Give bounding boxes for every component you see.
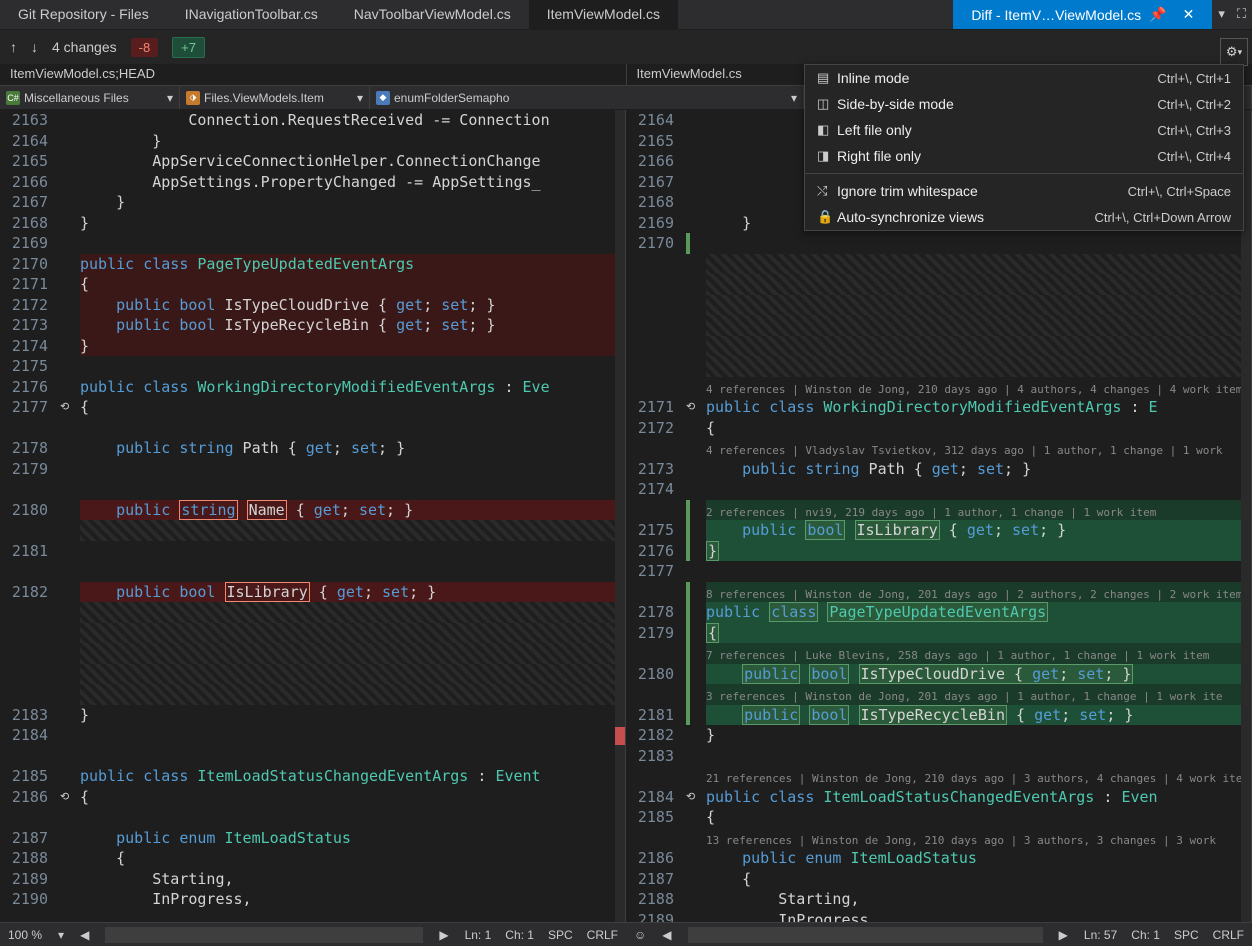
- scroll-right-icon[interactable]: ▶: [439, 928, 448, 942]
- tab-navtoolbar[interactable]: NavToolbarViewModel.cs: [336, 0, 529, 29]
- minimap-left[interactable]: [615, 110, 625, 922]
- next-change-button[interactable]: ↓: [31, 39, 38, 55]
- rightonly-icon: ◨: [817, 148, 837, 164]
- tab-bar: Git Repository - Files INavigationToolba…: [0, 0, 1252, 30]
- csharp-icon: C#: [6, 91, 20, 105]
- scroll-left-icon[interactable]: ◀: [662, 928, 671, 942]
- minimap-right[interactable]: [1241, 110, 1251, 922]
- diff-view: 2163216421652166216721682169217021712172…: [0, 110, 1252, 922]
- h-scrollbar[interactable]: [688, 927, 1043, 943]
- expand-icon[interactable]: ⛶: [1231, 0, 1252, 29]
- member-icon: ◆: [376, 91, 390, 105]
- inline-icon: ▤: [817, 70, 837, 86]
- view-mode-menu: ▤ Inline mode Ctrl+\, Ctrl+1 ◫ Side-by-s…: [804, 64, 1244, 231]
- char-number-right: Ch: 1: [1131, 928, 1160, 942]
- diff-toolbar: ↑ ↓ 4 changes -8 +7: [0, 30, 1252, 64]
- tab-inav[interactable]: INavigationToolbar.cs: [167, 0, 336, 29]
- sidebyside-icon: ◫: [817, 96, 837, 112]
- menu-side-by-side[interactable]: ◫ Side-by-side mode Ctrl+\, Ctrl+2: [805, 91, 1243, 117]
- zoom-level[interactable]: 100 %: [8, 928, 42, 942]
- left-file-header: ItemViewModel.cs;HEAD: [0, 64, 627, 85]
- menu-separator: [805, 173, 1243, 174]
- tab-git-repo[interactable]: Git Repository - Files: [0, 0, 167, 29]
- feedback-icon[interactable]: ☺: [634, 928, 646, 942]
- tab-diff-label: Diff - ItemV…ViewModel.cs: [971, 7, 1141, 23]
- indent-mode[interactable]: SPC: [1174, 928, 1199, 942]
- zoom-dropdown-icon[interactable]: ▾: [58, 928, 64, 942]
- line-ending[interactable]: CRLF: [1213, 928, 1244, 942]
- tab-itemvm[interactable]: ItemViewModel.cs: [529, 0, 678, 29]
- h-scrollbar[interactable]: [105, 927, 423, 943]
- line-number-right: Ln: 57: [1084, 928, 1117, 942]
- scroll-left-icon[interactable]: ◀: [80, 928, 89, 942]
- status-bar: 100 % ▾ ◀ ▶ Ln: 1 Ch: 1 SPC CRLF ☺ ◀ ▶ L…: [0, 922, 1252, 946]
- indent-mode[interactable]: SPC: [548, 928, 573, 942]
- dd-misc-files[interactable]: C# Miscellaneous Files ▾: [0, 86, 180, 109]
- lock-icon: 🔒: [817, 209, 837, 225]
- tab-diff[interactable]: Diff - ItemV…ViewModel.cs 📌 ✕: [953, 0, 1212, 29]
- prev-change-button[interactable]: ↑: [10, 39, 17, 55]
- dd-enum[interactable]: ◆ enumFolderSemapho ▾: [370, 86, 804, 109]
- menu-left-only[interactable]: ◧ Left file only Ctrl+\, Ctrl+3: [805, 117, 1243, 143]
- leftonly-icon: ◧: [817, 122, 837, 138]
- settings-button[interactable]: ⚙▾: [1220, 38, 1248, 66]
- change-count: 4 changes: [52, 39, 117, 55]
- menu-auto-sync[interactable]: 🔒 Auto-synchronize views Ctrl+\, Ctrl+Do…: [805, 204, 1243, 230]
- namespace-icon: ⬗: [186, 91, 200, 105]
- pin-icon[interactable]: 📌: [1149, 6, 1166, 23]
- line-ending[interactable]: CRLF: [587, 928, 618, 942]
- whitespace-icon: ⤭: [817, 183, 837, 199]
- char-number-left: Ch: 1: [505, 928, 534, 942]
- menu-ignore-ws[interactable]: ⤭ Ignore trim whitespace Ctrl+\, Ctrl+Sp…: [805, 178, 1243, 204]
- line-number-left: Ln: 1: [465, 928, 492, 942]
- removed-badge: -8: [131, 38, 159, 57]
- right-pane[interactable]: 2164216521662167216821692170217121722173…: [626, 110, 1252, 922]
- gear-icon: ⚙: [1226, 44, 1238, 60]
- scroll-right-icon[interactable]: ▶: [1059, 928, 1068, 942]
- close-icon[interactable]: ✕: [1183, 6, 1195, 23]
- menu-inline-mode[interactable]: ▤ Inline mode Ctrl+\, Ctrl+1: [805, 65, 1243, 91]
- dropdown-icon[interactable]: ▾: [1212, 0, 1231, 29]
- left-pane[interactable]: 2163216421652166216721682169217021712172…: [0, 110, 626, 922]
- added-badge: +7: [172, 37, 205, 58]
- dd-viewmodels[interactable]: ⬗ Files.ViewModels.Item ▾: [180, 86, 370, 109]
- menu-right-only[interactable]: ◨ Right file only Ctrl+\, Ctrl+4: [805, 143, 1243, 169]
